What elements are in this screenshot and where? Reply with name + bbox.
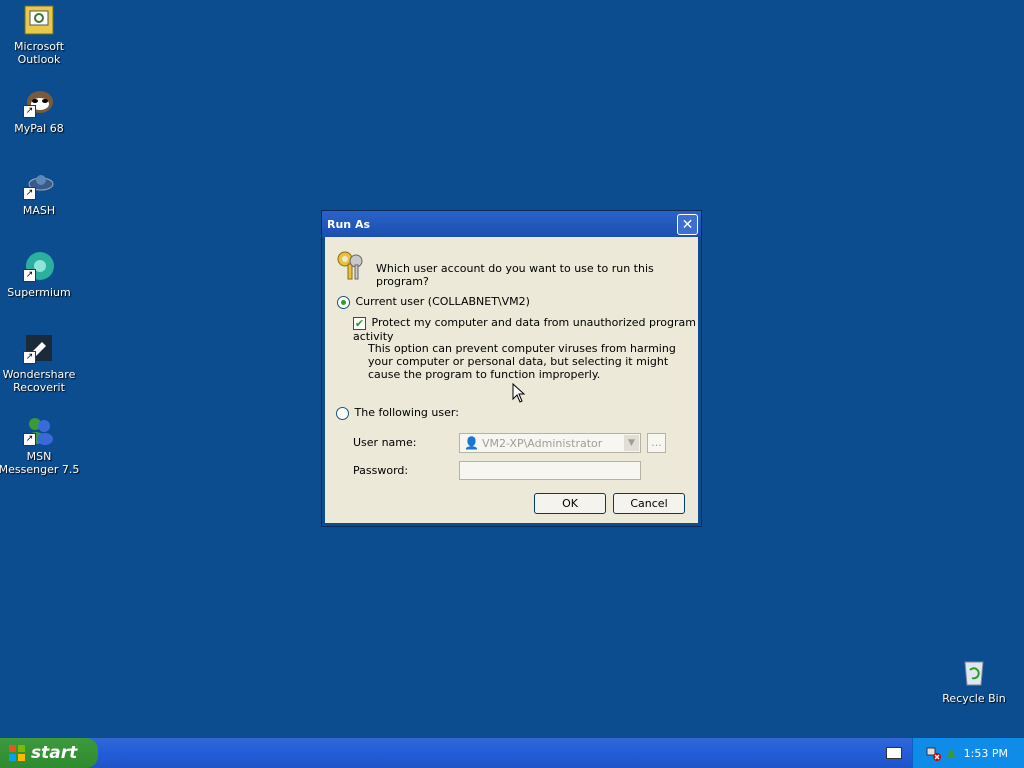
desktop-icon-recoverit[interactable]: ↗ Wondershare Recoverit — [0, 332, 81, 394]
password-field[interactable] — [459, 461, 641, 480]
desktop-icon-mypal[interactable]: ↗ MyPal 68 — [0, 86, 81, 135]
username-combo[interactable]: 👤 VM2-XP\Administrator ▼ — [459, 433, 641, 453]
run-as-dialog: Run As ✕ Which user account do you want … — [321, 210, 702, 527]
user-icon: 👤 — [464, 436, 479, 450]
network-icon[interactable] — [925, 745, 941, 761]
username-label: User name: — [353, 436, 417, 449]
current-user-radio[interactable] — [337, 295, 350, 309]
question-text: Which user account do you want to use to… — [376, 262, 654, 288]
dialog-titlebar[interactable]: Run As — [322, 211, 701, 237]
close-icon: ✕ — [681, 217, 694, 233]
desktop-icon-msn[interactable]: ↗ MSN Messenger 7.5 — [0, 414, 81, 476]
system-tray: 1:53 PM — [912, 738, 1024, 768]
msn-icon: ↗ — [23, 414, 55, 446]
shortcut-arrow-icon: ↗ — [23, 187, 36, 200]
start-button[interactable]: start — [0, 738, 98, 768]
windows-logo-icon — [8, 744, 26, 762]
dialog-title: Run As — [327, 217, 371, 231]
clock[interactable]: 1:53 PM — [964, 747, 1008, 760]
cancel-button[interactable]: Cancel — [613, 493, 685, 514]
security-icon[interactable] — [943, 745, 959, 761]
following-user-radio[interactable] — [336, 406, 349, 420]
protect-description: This option can prevent computer viruses… — [368, 342, 676, 381]
chevron-down-icon[interactable]: ▼ — [624, 435, 639, 451]
desktop-icon-label: Supermium — [7, 286, 71, 299]
taskbar: start 1:53 PM — [0, 738, 1024, 768]
keyboard-icon[interactable] — [886, 747, 902, 759]
shortcut-arrow-icon: ↗ — [23, 269, 36, 282]
shortcut-arrow-icon: ↗ — [23, 351, 36, 364]
desktop-icon-label: MSN Messenger 7.5 — [0, 450, 80, 476]
following-user-label: The following user: — [354, 406, 459, 419]
current-user-label: Current user (COLLABNET\VM2) — [355, 295, 530, 308]
desktop-icon-recycle-bin[interactable]: Recycle Bin — [932, 656, 1016, 705]
desktop-icon-outlook[interactable]: Microsoft Outlook — [0, 4, 81, 66]
protect-label: Protect my computer and data from unauth… — [353, 316, 696, 343]
desktop-icon-label: MyPal 68 — [14, 122, 64, 135]
current-user-option[interactable]: Current user (COLLABNET\VM2) — [337, 295, 530, 309]
dialog-body: Which user account do you want to use to… — [325, 237, 698, 523]
shortcut-arrow-icon: ↗ — [23, 433, 36, 446]
following-user-option[interactable]: The following user: — [336, 406, 459, 420]
username-value: VM2-XP\Administrator — [482, 437, 603, 450]
password-label: Password: — [353, 464, 409, 477]
desktop-icon-label: Wondershare Recoverit — [2, 368, 76, 394]
desktop-icon-label: Recycle Bin — [942, 692, 1006, 705]
protect-option[interactable]: ✔ Protect my computer and data from unau… — [353, 316, 698, 343]
desktop-icon-mash[interactable]: ↗ MASH — [0, 168, 81, 217]
shortcut-arrow-icon: ↗ — [23, 105, 36, 118]
outlook-icon — [23, 4, 55, 36]
close-button[interactable]: ✕ — [677, 214, 698, 235]
desktop-icon-label: MASH — [22, 204, 56, 217]
recycle-bin-icon — [958, 656, 990, 688]
mypal-icon: ↗ — [23, 86, 55, 118]
browse-button[interactable]: ... — [647, 433, 666, 453]
desktop-icon-supermium[interactable]: ↗ Supermium — [0, 250, 81, 299]
desktop-icon-label: Microsoft Outlook — [13, 40, 65, 66]
keys-icon — [334, 248, 368, 285]
mash-icon: ↗ — [23, 168, 55, 200]
ok-button[interactable]: OK — [534, 493, 606, 514]
start-label: start — [31, 743, 78, 763]
protect-checkbox[interactable]: ✔ — [353, 316, 366, 330]
recoverit-icon: ↗ — [23, 332, 55, 364]
mouse-cursor-icon — [512, 382, 526, 406]
supermium-icon: ↗ — [23, 250, 55, 282]
